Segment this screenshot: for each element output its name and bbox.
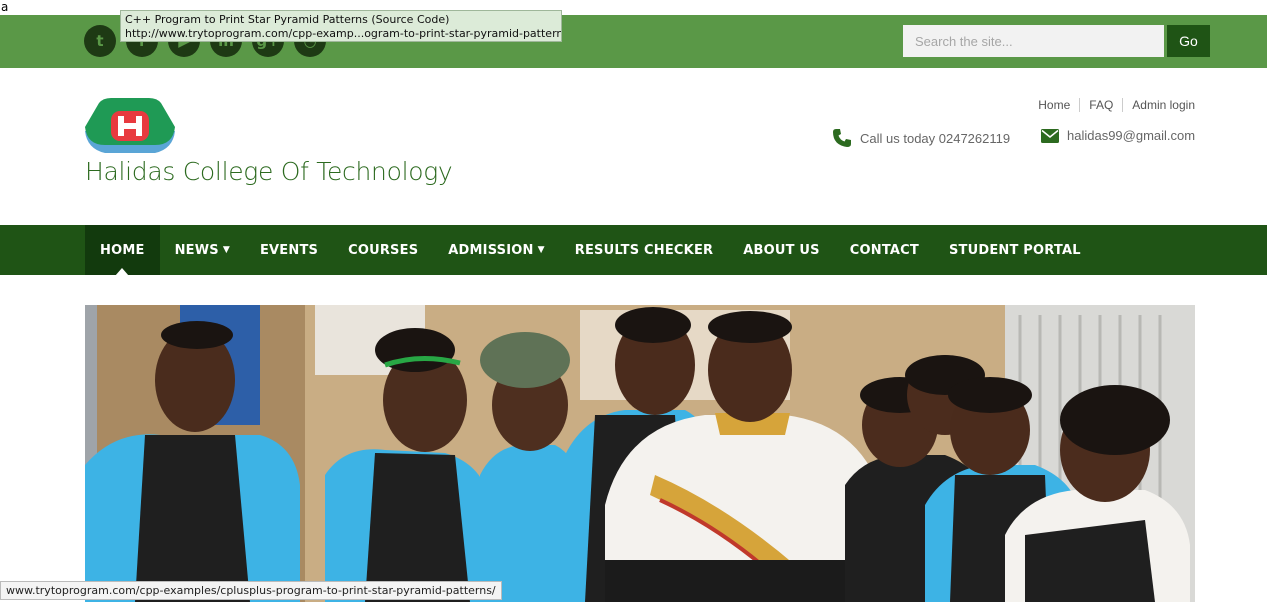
utility-links: Home FAQ Admin login [1029,98,1195,112]
nav-results-checker[interactable]: RESULTS CHECKER [560,225,729,275]
nav-contact-label: CONTACT [849,242,919,258]
nav-news[interactable]: NEWS ▼ [160,225,245,275]
main-navbar: HOME NEWS ▼ EVENTS COURSES ADMISSION ▼ RES… [0,225,1267,276]
nav-admission-label: ADMISSION [448,242,534,258]
nav-results-checker-label: RESULTS CHECKER [574,242,714,258]
stray-text: a [1,0,9,14]
college-logo[interactable] [85,97,175,159]
nav-student-portal[interactable]: STUDENT PORTAL [934,225,1096,275]
nav-contact[interactable]: CONTACT [835,225,934,275]
phone-text: Call us today 0247262119 [860,130,1011,146]
chevron-down-icon: ▼ [222,245,230,255]
link-tooltip: C++ Program to Print Star Pyramid Patter… [120,10,562,42]
nav-home-label: HOME [100,242,145,258]
util-link-home[interactable]: Home [1029,98,1079,112]
nav-about-us[interactable]: ABOUT US [728,225,835,275]
tooltip-title: C++ Program to Print Star Pyramid Patter… [125,13,450,26]
tooltip-url: http://www.trytoprogram.com/cpp-examp...… [125,27,562,40]
chevron-down-icon: ▼ [537,245,545,255]
hero-photo [85,305,1195,602]
util-link-faq[interactable]: FAQ [1079,98,1122,112]
nav-events[interactable]: EVENTS [245,225,333,275]
nav-admission[interactable]: ADMISSION ▼ [433,225,559,275]
phone-icon [832,128,852,148]
nav-courses[interactable]: COURSES [333,225,433,275]
nav-home[interactable]: HOME [85,225,160,276]
contact-email: halidas99@gmail.com [1041,128,1195,143]
contact-phone: Call us today 0247262119 [832,128,1010,148]
nav-about-us-label: ABOUT US [743,242,820,258]
twitter-icon[interactable]: t [84,25,116,57]
search-input[interactable] [903,25,1164,57]
email-text[interactable]: halidas99@gmail.com [1067,128,1195,143]
nav-courses-label: COURSES [348,242,419,258]
nav-student-portal-label: STUDENT PORTAL [948,242,1081,258]
envelope-icon [1041,128,1059,143]
search-go-button[interactable]: Go [1167,25,1210,57]
nav-news-label: NEWS [174,242,219,258]
nav-events-label: EVENTS [259,242,319,258]
status-bar-url: www.trytoprogram.com/cpp-examples/cplusp… [0,581,502,600]
site-title[interactable]: Halidas College Of Technology [85,157,453,186]
util-link-admin-login[interactable]: Admin login [1122,98,1195,112]
